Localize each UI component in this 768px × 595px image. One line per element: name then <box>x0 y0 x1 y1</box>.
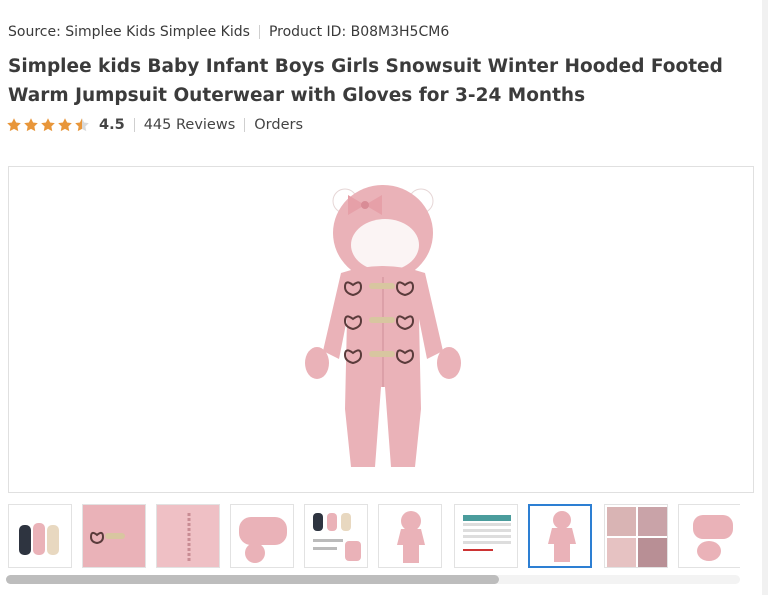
thumb-lifestyle-collage[interactable] <box>604 504 668 568</box>
thumb-image <box>313 513 361 561</box>
rating-value: 4.5 <box>99 117 125 133</box>
thumb-image <box>239 517 287 563</box>
source-label: Source: Simplee Kids Simplee Kids <box>8 24 250 40</box>
thumb-image <box>607 507 667 567</box>
thumb-variants-info[interactable] <box>304 504 368 568</box>
thumb-zipper-detail[interactable] <box>156 504 220 568</box>
product-title: Simplee kids Baby Infant Boys Girls Snow… <box>8 56 723 106</box>
rating-row: 4.5 445 Reviews Orders <box>6 117 303 133</box>
star-icon <box>41 118 55 132</box>
snowsuit-image <box>305 185 461 467</box>
main-product-image[interactable] <box>8 166 754 493</box>
star-icon <box>7 118 21 132</box>
thumb-image <box>397 511 425 563</box>
product-id-label: Product ID: B08M3H5CM6 <box>268 24 450 40</box>
thumb-color-variants[interactable] <box>8 504 72 568</box>
thumb-front-view[interactable] <box>378 504 442 568</box>
rating-stars <box>6 117 91 133</box>
thumb-main-selected[interactable] <box>528 504 592 568</box>
thumb-gloves[interactable] <box>230 504 294 568</box>
rating-divider <box>244 118 246 132</box>
thumb-image <box>157 505 219 567</box>
thumb-sleeve-detail[interactable] <box>678 504 740 568</box>
meta-divider <box>258 25 260 39</box>
star-icon <box>24 118 38 132</box>
thumb-image <box>548 511 576 562</box>
reviews-link[interactable]: 445 Reviews <box>144 117 236 133</box>
product-meta: Source: Simplee Kids Simplee Kids Produc… <box>8 24 449 40</box>
thumb-image <box>83 505 145 567</box>
thumb-toggle-detail[interactable] <box>82 504 146 568</box>
thumb-image <box>693 515 733 561</box>
thumbnail-scrollbar-thumb[interactable] <box>6 575 499 584</box>
star-half-icon <box>75 118 89 132</box>
page-edge <box>762 0 768 595</box>
star-icon <box>58 118 72 132</box>
thumbnail-strip[interactable] <box>0 504 740 572</box>
rating-divider <box>133 118 135 132</box>
thumb-image <box>463 515 511 551</box>
thumb-image <box>19 523 59 555</box>
orders-label: Orders <box>254 117 304 133</box>
thumb-size-chart[interactable] <box>454 504 518 568</box>
